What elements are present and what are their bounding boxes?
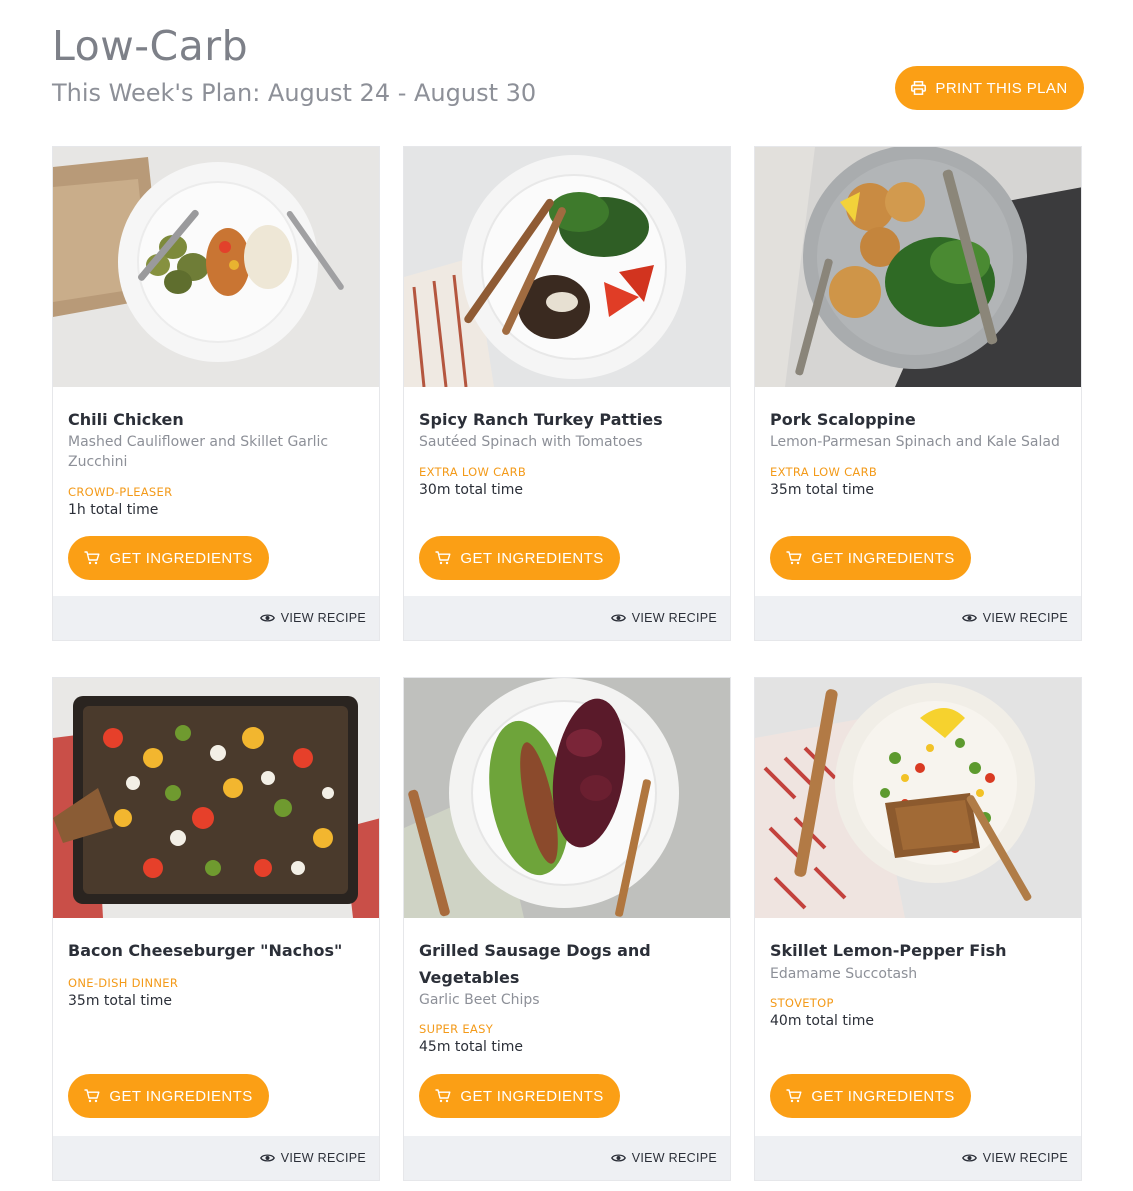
recipe-card: Chili Chicken Mashed Cauliflower and Ski…	[52, 146, 380, 641]
view-recipe-link[interactable]: VIEW RECIPE	[961, 596, 1068, 640]
cart-icon	[786, 1089, 802, 1103]
meal-plan-page: Low-Carb This Week's Plan: August 24 - A…	[0, 0, 1133, 1191]
cart-icon	[786, 551, 802, 565]
view-recipe-label: VIEW RECIPE	[631, 611, 717, 625]
view-recipe-label: VIEW RECIPE	[280, 1151, 366, 1165]
get-ingredients-button[interactable]: GET INGREDIENTS	[419, 536, 620, 580]
recipe-total-time: 35m total time	[68, 993, 172, 1009]
get-ingredients-button[interactable]: GET INGREDIENTS	[770, 1074, 971, 1118]
recipe-side-dish: Edamame Succotash	[770, 966, 918, 982]
cart-icon	[84, 1089, 100, 1103]
get-ingredients-label: GET INGREDIENTS	[109, 1087, 253, 1105]
recipe-photo-skillet-lemon-pepper-fish[interactable]	[755, 678, 1081, 918]
eye-icon	[259, 614, 275, 622]
card-footer: VIEW RECIPE	[755, 596, 1081, 640]
view-recipe-link[interactable]: VIEW RECIPE	[259, 596, 366, 640]
recipe-side-dish: Garlic Beet Chips	[419, 992, 540, 1008]
view-recipe-label: VIEW RECIPE	[982, 611, 1068, 625]
recipe-side-dish: Mashed Cauliflower and Skillet Garlic Zu…	[68, 434, 329, 470]
print-plan-label: PRINT THIS PLAN	[935, 79, 1068, 97]
recipe-photo-spicy-ranch-turkey-patties[interactable]	[404, 147, 730, 387]
eye-icon	[610, 614, 626, 622]
recipe-side-dish: Lemon-Parmesan Spinach and Kale Salad	[770, 434, 1060, 450]
view-recipe-link[interactable]: VIEW RECIPE	[610, 596, 717, 640]
recipe-side-dish: Sautéed Spinach with Tomatoes	[419, 434, 643, 450]
cart-icon	[435, 1089, 451, 1103]
recipe-tag: EXTRA LOW CARB	[770, 465, 878, 479]
view-recipe-label: VIEW RECIPE	[982, 1151, 1068, 1165]
get-ingredients-label: GET INGREDIENTS	[460, 549, 604, 567]
recipe-card: Skillet Lemon-Pepper Fish Edamame Succot…	[754, 677, 1082, 1181]
printer-icon	[911, 81, 927, 95]
recipe-title[interactable]: Chili Chicken	[68, 406, 366, 433]
card-footer: VIEW RECIPE	[53, 596, 379, 640]
recipe-title[interactable]: Spicy Ranch Turkey Patties	[419, 406, 717, 433]
get-ingredients-button[interactable]: GET INGREDIENTS	[419, 1074, 620, 1118]
recipe-tag: STOVETOP	[770, 996, 834, 1010]
recipe-total-time: 1h total time	[68, 502, 159, 518]
card-footer: VIEW RECIPE	[404, 596, 730, 640]
card-footer: VIEW RECIPE	[53, 1136, 379, 1180]
eye-icon	[961, 614, 977, 622]
get-ingredients-label: GET INGREDIENTS	[109, 549, 253, 567]
print-plan-button[interactable]: PRINT THIS PLAN	[895, 66, 1084, 110]
eye-icon	[259, 1154, 275, 1162]
view-recipe-label: VIEW RECIPE	[280, 611, 366, 625]
card-footer: VIEW RECIPE	[404, 1136, 730, 1180]
cart-icon	[435, 551, 451, 565]
recipe-title[interactable]: Skillet Lemon-Pepper Fish	[770, 937, 1068, 964]
get-ingredients-button[interactable]: GET INGREDIENTS	[770, 536, 971, 580]
recipe-photo-grilled-sausage-dogs[interactable]	[404, 678, 730, 918]
recipe-photo-bacon-cheeseburger-nachos[interactable]	[53, 678, 379, 918]
eye-icon	[961, 1154, 977, 1162]
eye-icon	[610, 1154, 626, 1162]
recipe-card: Pork Scaloppine Lemon-Parmesan Spinach a…	[754, 146, 1082, 641]
recipe-card: Grilled Sausage Dogs and Vegetables Garl…	[403, 677, 731, 1181]
get-ingredients-label: GET INGREDIENTS	[460, 1087, 604, 1105]
week-plan-label: This Week's Plan: August 24 - August 30	[52, 79, 537, 107]
get-ingredients-label: GET INGREDIENTS	[811, 1087, 955, 1105]
recipe-tag: EXTRA LOW CARB	[419, 465, 527, 479]
recipe-total-time: 45m total time	[419, 1039, 523, 1055]
view-recipe-link[interactable]: VIEW RECIPE	[610, 1136, 717, 1180]
recipe-tag: CROWD-PLEASER	[68, 485, 173, 499]
recipe-total-time: 35m total time	[770, 482, 874, 498]
view-recipe-label: VIEW RECIPE	[631, 1151, 717, 1165]
card-footer: VIEW RECIPE	[755, 1136, 1081, 1180]
recipe-total-time: 40m total time	[770, 1013, 874, 1029]
recipe-card: Bacon Cheeseburger "Nachos" ONE-DISH DIN…	[52, 677, 380, 1181]
recipe-photo-chili-chicken[interactable]	[53, 147, 379, 387]
page-title: Low-Carb	[52, 22, 249, 70]
recipe-card: Spicy Ranch Turkey Patties Sautéed Spina…	[403, 146, 731, 641]
recipe-total-time: 30m total time	[419, 482, 523, 498]
recipe-tag: SUPER EASY	[419, 1022, 494, 1036]
recipe-tag: ONE-DISH DINNER	[68, 976, 179, 990]
recipe-title[interactable]: Pork Scaloppine	[770, 406, 1068, 433]
view-recipe-link[interactable]: VIEW RECIPE	[259, 1136, 366, 1180]
recipe-title[interactable]: Grilled Sausage Dogs and Vegetables	[419, 937, 717, 991]
recipe-photo-pork-scaloppine[interactable]	[755, 147, 1081, 387]
get-ingredients-button[interactable]: GET INGREDIENTS	[68, 536, 269, 580]
get-ingredients-label: GET INGREDIENTS	[811, 549, 955, 567]
view-recipe-link[interactable]: VIEW RECIPE	[961, 1136, 1068, 1180]
cart-icon	[84, 551, 100, 565]
get-ingredients-button[interactable]: GET INGREDIENTS	[68, 1074, 269, 1118]
recipe-title[interactable]: Bacon Cheeseburger "Nachos"	[68, 937, 366, 964]
